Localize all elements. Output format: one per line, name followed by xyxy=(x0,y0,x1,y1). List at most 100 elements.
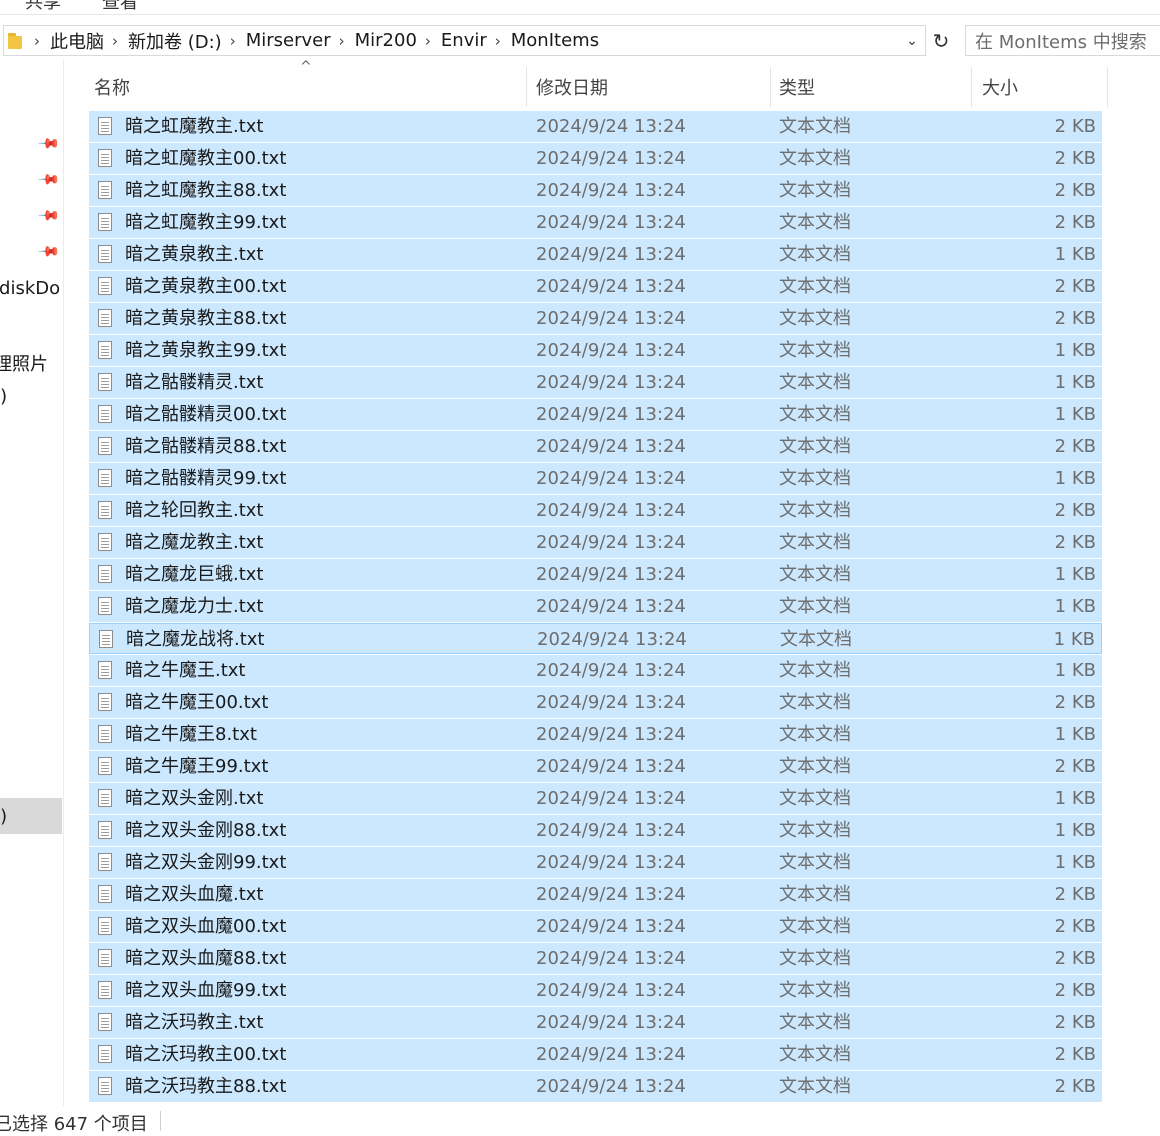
file-list: 暗之虹魔教主.txt 2024/9/24 13:24 文本文档 2 KB 暗之虹魔教主0… xyxy=(89,111,1102,1103)
file-row[interactable]: 暗之双头血魔00.txt 2024/9/24 13:24 文本文档 2 KB xyxy=(89,911,1102,942)
file-modified-date: 2024/9/24 13:24 xyxy=(536,948,686,969)
file-row[interactable]: 暗之轮回教主.txt 2024/9/24 13:24 文本文档 2 KB xyxy=(89,495,1102,526)
file-type: 文本文档 xyxy=(779,788,851,809)
file-row[interactable]: 暗之牛魔王00.txt 2024/9/24 13:24 文本文档 2 KB xyxy=(89,687,1102,718)
file-type: 文本文档 xyxy=(779,948,851,969)
file-row[interactable]: 暗之虹魔教主.txt 2024/9/24 13:24 文本文档 2 KB xyxy=(89,111,1102,142)
nav-item-drive-1[interactable]: :) xyxy=(0,386,7,407)
file-row[interactable]: 暗之双头血魔.txt 2024/9/24 13:24 文本文档 2 KB xyxy=(89,879,1102,910)
breadcrumb-mirserver[interactable]: Mirserver xyxy=(246,30,331,51)
pin-icon[interactable]: 📌 xyxy=(37,240,61,264)
file-row[interactable]: 暗之黄泉教主99.txt 2024/9/24 13:24 文本文档 1 KB xyxy=(89,335,1102,366)
file-row[interactable]: 暗之双头血魔99.txt 2024/9/24 13:24 文本文档 2 KB xyxy=(89,975,1102,1006)
file-name: 暗之沃玛教主.txt xyxy=(125,1012,264,1033)
nav-selected-highlight xyxy=(0,798,62,834)
file-name: 暗之虹魔教主.txt xyxy=(125,116,264,137)
breadcrumb-envir[interactable]: Envir xyxy=(441,30,487,51)
nav-item-drive-3[interactable]: ) xyxy=(0,842,1,863)
chevron-right-icon[interactable]: › xyxy=(230,32,236,50)
breadcrumb-mir200[interactable]: Mir200 xyxy=(355,30,417,51)
file-row[interactable]: 暗之虹魔教主99.txt 2024/9/24 13:24 文本文档 2 KB xyxy=(89,207,1102,238)
file-size: 1 KB xyxy=(1054,468,1096,489)
file-row[interactable]: 暗之牛魔王.txt 2024/9/24 13:24 文本文档 1 KB xyxy=(89,655,1102,686)
file-row[interactable]: 暗之牛魔王99.txt 2024/9/24 13:24 文本文档 2 KB xyxy=(89,751,1102,782)
column-header-type[interactable]: 类型 xyxy=(773,67,971,107)
file-row[interactable]: 暗之双头金刚99.txt 2024/9/24 13:24 文本文档 1 KB xyxy=(89,847,1102,878)
file-row[interactable]: 暗之魔龙战将.txt 2024/9/24 13:24 文本文档 1 KB xyxy=(89,623,1102,654)
file-type: 文本文档 xyxy=(779,532,851,553)
column-separator[interactable] xyxy=(971,67,972,107)
column-separator[interactable] xyxy=(526,67,527,107)
file-row[interactable]: 暗之骷髅精灵88.txt 2024/9/24 13:24 文本文档 2 KB xyxy=(89,431,1102,462)
file-row[interactable]: 暗之骷髅精灵.txt 2024/9/24 13:24 文本文档 1 KB xyxy=(89,367,1102,398)
file-type: 文本文档 xyxy=(779,596,851,617)
file-row[interactable]: 暗之沃玛教主88.txt 2024/9/24 13:24 文本文档 2 KB xyxy=(89,1071,1102,1102)
column-header-size[interactable]: 大小 xyxy=(976,67,1106,107)
column-header-date[interactable]: 修改日期 xyxy=(530,67,770,107)
text-file-icon xyxy=(98,885,112,903)
file-name: 暗之黄泉教主88.txt xyxy=(125,308,287,329)
chevron-right-icon[interactable]: › xyxy=(112,32,118,50)
pane-divider[interactable] xyxy=(63,60,64,1106)
file-size: 2 KB xyxy=(1054,148,1096,169)
search-input[interactable]: 在 MonItems 中搜索 xyxy=(965,25,1160,56)
file-row[interactable]: 暗之骷髅精灵00.txt 2024/9/24 13:24 文本文档 1 KB xyxy=(89,399,1102,430)
file-row[interactable]: 暗之虹魔教主00.txt 2024/9/24 13:24 文本文档 2 KB xyxy=(89,143,1102,174)
file-type: 文本文档 xyxy=(779,724,851,745)
ribbon-tab-view[interactable]: 查看 xyxy=(102,0,138,14)
text-file-icon xyxy=(98,661,112,679)
chevron-right-icon[interactable]: › xyxy=(425,32,431,50)
file-row[interactable]: 暗之黄泉教主88.txt 2024/9/24 13:24 文本文档 2 KB xyxy=(89,303,1102,334)
breadcrumb-monitems[interactable]: MonItems xyxy=(511,30,599,51)
ribbon-tab-share[interactable]: 共享 xyxy=(25,0,61,14)
address-dropdown-icon[interactable]: ⌄ xyxy=(901,26,923,55)
refresh-icon[interactable]: ↻ xyxy=(928,25,954,56)
file-modified-date: 2024/9/24 13:24 xyxy=(536,916,686,937)
file-modified-date: 2024/9/24 13:24 xyxy=(536,692,686,713)
text-file-icon xyxy=(98,949,112,967)
file-row[interactable]: 暗之牛魔王8.txt 2024/9/24 13:24 文本文档 1 KB xyxy=(89,719,1102,750)
file-modified-date: 2024/9/24 13:24 xyxy=(536,468,686,489)
address-bar[interactable]: › 此电脑 › 新加卷 (D:) › Mirserver › Mir200 › … xyxy=(3,25,926,56)
file-row[interactable]: 暗之双头金刚88.txt 2024/9/24 13:24 文本文档 1 KB xyxy=(89,815,1102,846)
file-row[interactable]: 暗之黄泉教主.txt 2024/9/24 13:24 文本文档 1 KB xyxy=(89,239,1102,270)
breadcrumb-volume-d[interactable]: 新加卷 (D:) xyxy=(128,28,222,54)
file-modified-date: 2024/9/24 13:24 xyxy=(536,436,686,457)
column-separator[interactable] xyxy=(770,67,771,107)
file-name: 暗之骷髅精灵.txt xyxy=(125,372,264,393)
file-type: 文本文档 xyxy=(779,1044,851,1065)
pin-icon[interactable]: 📌 xyxy=(37,132,61,156)
nav-item-tdiskdo[interactable]: tdiskDo xyxy=(0,278,60,299)
file-row[interactable]: 暗之双头金刚.txt 2024/9/24 13:24 文本文档 1 KB xyxy=(89,783,1102,814)
file-modified-date: 2024/9/24 13:24 xyxy=(536,180,686,201)
file-row[interactable]: 暗之沃玛教主.txt 2024/9/24 13:24 文本文档 2 KB xyxy=(89,1007,1102,1038)
nav-item-drive-2[interactable]: :) xyxy=(0,806,7,827)
file-row[interactable]: 暗之黄泉教主00.txt 2024/9/24 13:24 文本文档 2 KB xyxy=(89,271,1102,302)
file-row[interactable]: 暗之沃玛教主00.txt 2024/9/24 13:24 文本文档 2 KB xyxy=(89,1039,1102,1070)
file-size: 2 KB xyxy=(1054,500,1096,521)
chevron-right-icon[interactable]: › xyxy=(34,32,40,50)
text-file-icon xyxy=(98,917,112,935)
breadcrumb-this-pc[interactable]: 此电脑 xyxy=(50,28,104,54)
file-row[interactable]: 暗之虹魔教主88.txt 2024/9/24 13:24 文本文档 2 KB xyxy=(89,175,1102,206)
file-row[interactable]: 暗之魔龙力士.txt 2024/9/24 13:24 文本文档 1 KB xyxy=(89,591,1102,622)
file-name: 暗之沃玛教主88.txt xyxy=(125,1076,287,1097)
file-row[interactable]: 暗之骷髅精灵99.txt 2024/9/24 13:24 文本文档 1 KB xyxy=(89,463,1102,494)
chevron-right-icon[interactable]: › xyxy=(495,32,501,50)
nav-item-photos[interactable]: 理照片 xyxy=(0,350,48,376)
file-size: 2 KB xyxy=(1054,276,1096,297)
text-file-icon xyxy=(98,1045,112,1063)
text-file-icon xyxy=(98,405,112,423)
column-header-name[interactable]: 名称 xyxy=(88,67,526,107)
text-file-icon xyxy=(98,821,112,839)
chevron-right-icon[interactable]: › xyxy=(339,32,345,50)
column-separator[interactable] xyxy=(1107,67,1108,107)
file-row[interactable]: 暗之双头血魔88.txt 2024/9/24 13:24 文本文档 2 KB xyxy=(89,943,1102,974)
pin-icon[interactable]: 📌 xyxy=(37,168,61,192)
text-file-icon xyxy=(98,789,112,807)
file-row[interactable]: 暗之魔龙巨蛾.txt 2024/9/24 13:24 文本文档 1 KB xyxy=(89,559,1102,590)
file-size: 1 KB xyxy=(1054,564,1096,585)
pin-icon[interactable]: 📌 xyxy=(37,204,61,228)
file-row[interactable]: 暗之魔龙教主.txt 2024/9/24 13:24 文本文档 2 KB xyxy=(89,527,1102,558)
file-size: 1 KB xyxy=(1054,660,1096,681)
